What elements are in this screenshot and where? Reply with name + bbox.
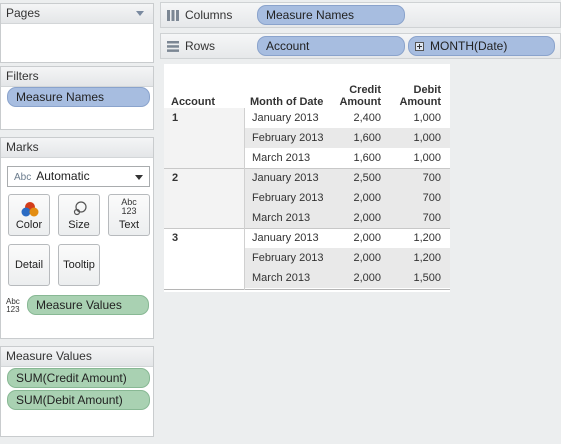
month-label[interactable]: March 2013 <box>252 268 310 288</box>
month-label[interactable]: March 2013 <box>252 208 310 228</box>
text-abc-123-icon: Abc 123 <box>109 198 149 216</box>
credit-value[interactable]: 2,000 <box>329 248 381 268</box>
header-credit-line1: Credit <box>349 84 381 96</box>
detail-button[interactable]: Detail <box>8 244 50 286</box>
measure-values-card[interactable]: Measure Values SUM(Credit Amount) SUM(De… <box>0 346 154 437</box>
text-button[interactable]: Abc 123 Text <box>108 194 150 236</box>
header-account[interactable]: Account <box>171 96 215 108</box>
color-palette-icon <box>9 200 49 217</box>
columns-shelf[interactable]: Columns Measure Names <box>160 2 561 28</box>
credit-value[interactable]: 1,600 <box>329 148 381 168</box>
chevron-down-icon <box>135 175 143 180</box>
month-label[interactable]: March 2013 <box>252 148 310 168</box>
account-label[interactable]: 1 <box>172 108 178 128</box>
credit-value[interactable]: 2,400 <box>329 108 381 128</box>
pill-icon-bottom: 123 <box>6 305 20 314</box>
rows-shelf-label: Rows <box>185 39 216 53</box>
debit-value[interactable]: 1,000 <box>388 148 441 168</box>
debit-value[interactable]: 1,000 <box>388 128 441 148</box>
debit-value[interactable]: 700 <box>388 188 441 208</box>
header-debit-line2: Amount <box>399 96 441 108</box>
credit-value[interactable]: 2,000 <box>329 228 381 248</box>
text-mark-icon: Abc <box>14 172 32 183</box>
columns-pill-measure-names[interactable]: Measure Names <box>257 5 405 25</box>
debit-value[interactable]: 1,500 <box>388 268 441 288</box>
header-credit-amount[interactable]: Credit Amount <box>329 84 381 108</box>
columns-icon <box>167 10 179 21</box>
marks-pill-measure-values[interactable]: Measure Values <box>27 295 149 315</box>
filters-card[interactable]: Filters Measure Names <box>0 66 154 130</box>
debit-value[interactable]: 700 <box>388 208 441 228</box>
pane-divider <box>244 108 245 290</box>
month-label[interactable]: January 2013 <box>252 108 319 128</box>
size-icon <box>59 200 99 216</box>
columns-shelf-label: Columns <box>185 8 233 22</box>
credit-value[interactable]: 2,000 <box>329 188 381 208</box>
marks-card-title: Marks <box>6 140 39 154</box>
filters-card-title: Filters <box>6 69 39 83</box>
filter-pill-measure-names[interactable]: Measure Names <box>7 87 150 107</box>
expand-icon[interactable] <box>415 42 424 51</box>
measure-values-card-header: Measure Values <box>1 347 153 367</box>
account-label[interactable]: 3 <box>172 228 178 248</box>
pages-card-title: Pages <box>6 6 41 20</box>
text-table[interactable]: Account Month of Date Credit Amount Debi… <box>164 64 450 292</box>
rows-pill-month-label: MONTH(Date) <box>430 39 508 53</box>
text-icon-bottom: 123 <box>121 206 137 216</box>
size-button-label: Size <box>68 219 90 231</box>
group-divider <box>164 289 450 290</box>
detail-button-label: Detail <box>14 259 44 271</box>
marks-card-header: Marks <box>1 138 153 158</box>
tooltip-button[interactable]: Tooltip <box>58 244 100 286</box>
month-label[interactable]: January 2013 <box>252 168 319 188</box>
month-label[interactable]: February 2013 <box>252 188 324 208</box>
header-month-of-date[interactable]: Month of Date <box>250 96 323 108</box>
mark-type-dropdown[interactable]: Abc Automatic <box>7 166 150 187</box>
account-label[interactable]: 2 <box>172 168 178 188</box>
filters-card-header: Filters <box>1 67 153 87</box>
debit-value[interactable]: 700 <box>388 168 441 188</box>
rows-icon <box>167 41 179 52</box>
debit-value[interactable]: 1,200 <box>388 248 441 268</box>
measure-pill-debit-amount[interactable]: SUM(Debit Amount) <box>7 390 150 410</box>
debit-value[interactable]: 1,200 <box>388 228 441 248</box>
text-mark-icon: Abc 123 <box>6 298 20 314</box>
size-button[interactable]: Size <box>58 194 100 236</box>
rows-shelf[interactable]: Rows Account MONTH(Date) <box>160 33 561 59</box>
month-label[interactable]: February 2013 <box>252 248 324 268</box>
credit-value[interactable]: 1,600 <box>329 128 381 148</box>
credit-value[interactable]: 2,000 <box>329 208 381 228</box>
pages-card[interactable]: Pages <box>0 3 154 63</box>
header-debit-line1: Debit <box>413 84 442 96</box>
credit-value[interactable]: 2,000 <box>329 268 381 288</box>
measure-values-card-title: Measure Values <box>6 349 92 363</box>
debit-value[interactable]: 1,000 <box>388 108 441 128</box>
credit-value[interactable]: 2,500 <box>329 168 381 188</box>
measure-pill-credit-amount[interactable]: SUM(Credit Amount) <box>7 368 150 388</box>
chevron-down-icon[interactable] <box>136 11 144 16</box>
mark-type-value: Automatic <box>36 169 90 183</box>
header-credit-line2: Amount <box>339 96 381 108</box>
marks-card[interactable]: Marks Abc Automatic Color Size Abc 123 T… <box>0 137 154 339</box>
pages-card-header[interactable]: Pages <box>1 4 153 24</box>
header-debit-amount[interactable]: Debit Amount <box>388 84 441 108</box>
month-label[interactable]: February 2013 <box>252 128 324 148</box>
rows-pill-month-date[interactable]: MONTH(Date) <box>408 36 555 56</box>
color-button[interactable]: Color <box>8 194 50 236</box>
tooltip-button-label: Tooltip <box>63 259 95 271</box>
text-button-label: Text <box>118 219 140 231</box>
color-button-label: Color <box>15 219 43 231</box>
month-label[interactable]: January 2013 <box>252 228 319 248</box>
rows-pill-account[interactable]: Account <box>257 36 405 56</box>
